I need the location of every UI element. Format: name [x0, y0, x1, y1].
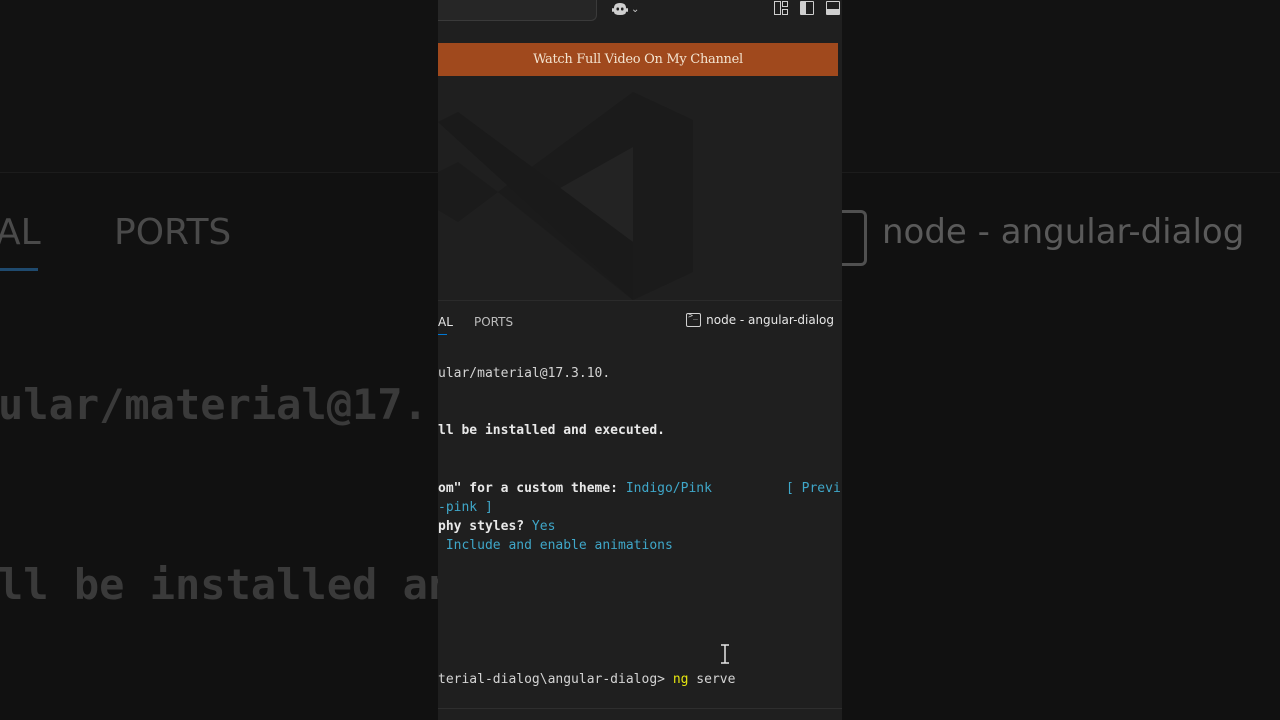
copilot-menu[interactable]: ⌄	[611, 0, 639, 18]
background-ports-tab: PORTS	[114, 212, 232, 253]
chevron-down-icon: ⌄	[631, 3, 640, 15]
background-tab-fragment: AL	[0, 212, 41, 253]
background-topband	[842, 0, 1280, 173]
terminal-command: ng	[672, 672, 689, 687]
active-tab-indicator	[438, 334, 447, 335]
terminal-line: -pink ]	[438, 500, 493, 515]
background-right-zoom: node - angular-dialog	[842, 0, 1280, 720]
terminal-command-args: serve	[688, 672, 736, 687]
terminal-title: node - angular-dialog	[706, 313, 834, 327]
tab-terminal[interactable]: AL	[438, 315, 453, 329]
customize-layout-icon[interactable]	[774, 1, 788, 15]
tab-ports[interactable]: PORTS	[474, 315, 513, 329]
terminal-value: Yes	[531, 519, 556, 534]
text-cursor-icon	[721, 644, 729, 664]
vscode-window: ⌄ Watch Full Video On My Channel AL PORT…	[438, 0, 842, 720]
command-center-search[interactable]	[438, 0, 597, 21]
terminal-text: om" for a custom theme:	[438, 481, 626, 496]
background-terminal-title: node - angular-dialog	[882, 212, 1245, 252]
terminal-line: ll be installed and executed.	[438, 423, 665, 438]
background-terminal-icon	[842, 210, 867, 266]
title-bar: ⌄	[438, 0, 842, 36]
background-topband	[0, 0, 438, 173]
terminal-preview-link[interactable]: [ Previ	[786, 481, 841, 496]
terminal-instance-label[interactable]: node - angular-dialog	[686, 311, 834, 327]
background-tab-indicator	[0, 268, 38, 271]
vscode-logo-watermark-icon	[438, 92, 693, 300]
background-left-zoom: AL PORTS ular/material@17. ll be install…	[0, 0, 438, 720]
terminal-output[interactable]: ular/material@17.3.10. ll be installed a…	[438, 340, 842, 708]
background-line-1: ular/material@17.	[0, 380, 428, 429]
layout-controls	[774, 1, 840, 15]
editor-area-empty	[438, 76, 842, 300]
terminal-prompt: terial-dialog\angular-dialog>	[438, 672, 673, 687]
toggle-panel-icon[interactable]	[826, 1, 840, 15]
terminal-value: Indigo/Pink	[625, 481, 712, 496]
terminal-line: ular/material@17.3.10.	[438, 366, 611, 381]
promo-banner[interactable]: Watch Full Video On My Channel	[438, 43, 838, 76]
status-divider	[438, 708, 842, 709]
panel-tab-bar: AL PORTS node - angular-dialog	[438, 300, 842, 341]
terminal-icon	[686, 311, 702, 327]
terminal-prompt-line: terial-dialog\angular-dialog> ng serve	[438, 672, 735, 687]
terminal-line: Include and enable animations	[438, 538, 673, 553]
toggle-sidebar-icon[interactable]	[800, 1, 814, 15]
terminal-line: om" for a custom theme: Indigo/Pink	[438, 481, 712, 496]
terminal-text: phy styles?	[438, 519, 532, 534]
copilot-icon	[612, 3, 628, 15]
background-line-2: ll be installed an	[0, 560, 438, 609]
terminal-line: phy styles? Yes	[438, 519, 555, 534]
